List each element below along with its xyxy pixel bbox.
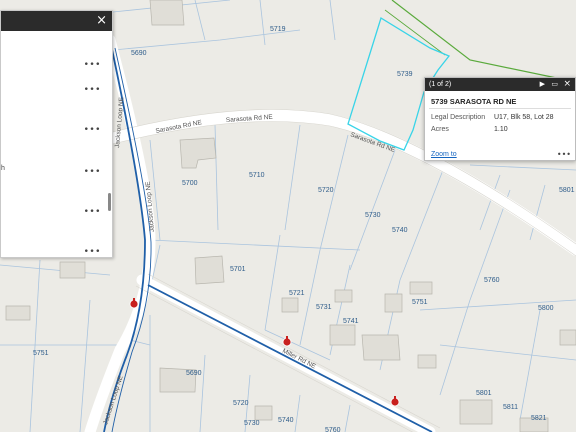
lot-label: 5701 <box>230 266 246 273</box>
popup-divider <box>429 108 571 109</box>
lot-label: 5690 <box>186 370 202 377</box>
attribute-value: 1.10 <box>494 126 508 133</box>
attribute-label: Legal Description <box>431 114 486 121</box>
scrollbar-thumb[interactable] <box>108 193 111 211</box>
lot-label: 5760 <box>484 277 500 284</box>
popup-feature-count: (1 of 2) <box>429 81 452 88</box>
popup-header: (1 of 2) ▶ ▭ × <box>425 78 575 91</box>
lot-label: 5801 <box>476 390 492 397</box>
truncated-layer-label: h <box>1 165 5 172</box>
more-options-icon[interactable]: ••• <box>84 125 101 135</box>
map-app: 5719 5690 5739 5700 5710 5720 5730 5740 … <box>0 0 576 432</box>
lot-label: 5751 <box>412 299 428 306</box>
layers-panel-header: × <box>1 11 112 31</box>
attribute-label: Acres <box>431 126 449 133</box>
lot-label: 5710 <box>249 172 265 179</box>
more-options-icon[interactable]: ••• <box>84 207 101 217</box>
close-icon[interactable]: × <box>563 78 571 91</box>
more-options-icon[interactable]: ••• <box>84 60 101 70</box>
more-options-icon[interactable]: ••• <box>557 150 571 159</box>
feature-popup: (1 of 2) ▶ ▭ × 5739 SARASOTA RD NE Legal… <box>424 77 576 161</box>
hydrant-icon[interactable] <box>282 336 292 347</box>
lot-label: 5760 <box>325 427 341 432</box>
lot-label: 5719 <box>270 26 286 33</box>
zoom-to-link[interactable]: Zoom to <box>431 151 457 158</box>
lot-label: 5811 <box>503 404 518 411</box>
lot-label: 5800 <box>538 305 554 312</box>
lot-label: 5730 <box>365 212 381 219</box>
lot-label: 5821 <box>531 415 547 422</box>
next-feature-icon[interactable]: ▶ <box>540 78 545 91</box>
lot-label: 5801 <box>559 187 575 194</box>
popup-title: 5739 SARASOTA RD NE <box>431 97 517 106</box>
more-options-icon[interactable]: ••• <box>84 247 101 257</box>
lot-label: 5720 <box>318 187 334 194</box>
close-icon[interactable]: × <box>96 13 107 29</box>
lot-label: 5740 <box>278 417 294 424</box>
lot-label: 5700 <box>182 180 198 187</box>
lot-label: 5720 <box>233 400 249 407</box>
lot-label: 5730 <box>244 420 260 427</box>
more-options-icon[interactable]: ••• <box>84 85 101 95</box>
lot-label: 5739 <box>397 71 413 78</box>
lot-label: 5721 <box>289 290 305 297</box>
lot-label: 5740 <box>392 227 408 234</box>
layers-panel: × ••• ••• ••• ••• h ••• ••• <box>0 10 113 258</box>
lot-label: 5731 <box>316 304 332 311</box>
hydrant-icon[interactable] <box>390 396 400 407</box>
green-boundary-line-2 <box>384 9 446 56</box>
more-options-icon[interactable]: ••• <box>84 167 101 177</box>
lot-label: 5751 <box>33 350 49 357</box>
lot-label: 5741 <box>343 318 359 325</box>
attribute-value: U17, Blk 58, Lot 28 <box>494 114 554 121</box>
maximize-icon[interactable]: ▭ <box>551 78 558 91</box>
lot-label: 5690 <box>131 50 147 57</box>
